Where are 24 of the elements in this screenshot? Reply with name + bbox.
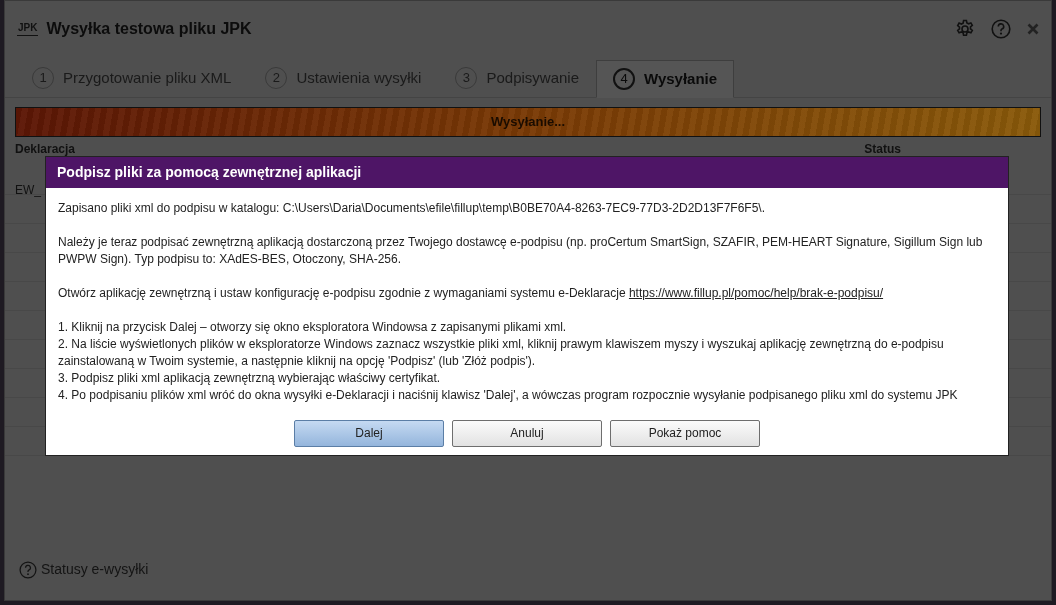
tab[interactable]: 4 Wysyłanie: [596, 60, 735, 98]
instruction-step: 2. Na liście wyświetlonych plików w eksploratorze Windows zaznacz wszystkie pliki xml, kliknij prawym klawiszem myszy i wyszukaj aplikację zewnętrzną do e-podpisu zainstalowaną w Twoim systemie, a następnie kliknij na opcję 'Podpisz' (lub 'Złóż podpis').: [58, 336, 996, 370]
window-title: Wysyłka testowa pliku JPK: [46, 18, 252, 39]
help-link[interactable]: https://www.fillup.pl/pomoc/help/brak-e-podpisu/: [628, 286, 884, 300]
progress-bar: Wysyłanie...: [16, 108, 1040, 136]
instruction-step: 3. Podpisz pliki xml aplikacją zewnętrzną wybierając właściwy certyfikat.: [58, 370, 996, 387]
instruction-step: 1. Kliknij na przycisk Dalej – otworzy się okno eksploratora Windowsa z zapisanymi plikami xml.: [58, 319, 996, 336]
help-button[interactable]: Pokaż pomoc: [610, 420, 760, 447]
help-icon: [19, 560, 37, 579]
status-link[interactable]: Statusy e-wysyłki: [19, 559, 149, 580]
table-cell: EW_: [15, 183, 41, 197]
dialog-paragraph: Należy je teraz podpisać zewnętrzną aplikacją dostarczoną przez Twojego dostawcę e-podpisu (np. proCertum SmartSign, SZAFIR, PEM-HEART Signature, Sigillum Sign lub PWPW Sign). Typ podpisu to: XAdES-BES, Otoczony, SHA-256.: [58, 234, 984, 268]
app-logo: JPK: [17, 21, 39, 36]
settings-icon[interactable]: [955, 18, 975, 39]
help-icon[interactable]: [991, 18, 1011, 39]
next-button[interactable]: Dalej: [294, 420, 444, 447]
column-header: Deklaracja: [15, 141, 76, 158]
cancel-button[interactable]: Anuluj: [452, 420, 602, 447]
close-icon[interactable]: [1027, 22, 1039, 35]
dialog-title: Podpisz pliki za pomocą zewnętrznej aplikacji: [46, 157, 1008, 188]
instruction-step: 4. Po podpisaniu plików xml wróć do okna wysyłki e-Deklaracji i naciśnij klawisz 'Dalej', a wówczas program rozpocznie wysyłanie podpisanego pliku xml do systemu JPK: [58, 387, 996, 404]
column-header: Status: [864, 141, 901, 158]
dialog-paragraph: Zapisano pliki xml do podpisu w katalogu: C:\Users\Daria\Documents\efile\fillup\temp\B0BE70A4-8263-7EC9-77D3-2D2D13F7F6F5\.: [58, 200, 766, 217]
dialog-paragraph: Otwórz aplikację zewnętrzną i ustaw konfigurację e-podpisu zgodnie z wymaganiami systemu e-Deklaracje https://www.fillup.pl/pomoc/help/brak-e-podpisu/: [58, 285, 885, 302]
